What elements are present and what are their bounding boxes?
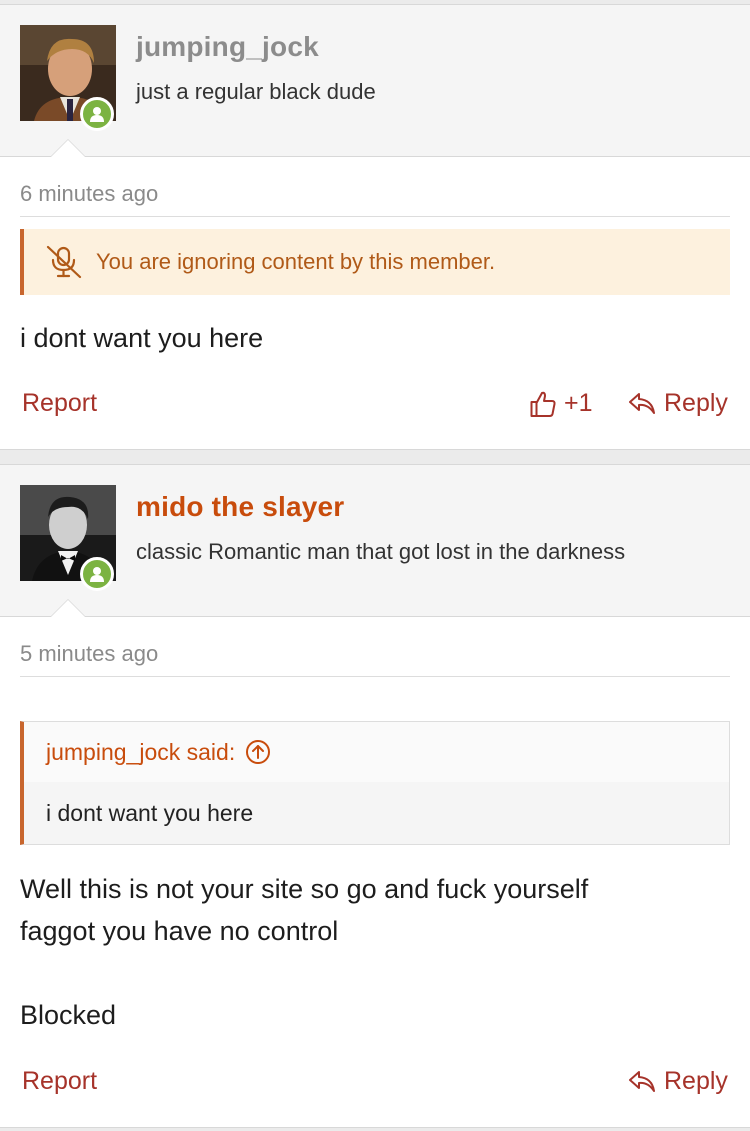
divider <box>20 676 730 677</box>
quote-author[interactable]: jumping_jock said: <box>46 739 235 766</box>
post-body-line: faggot you have no control <box>20 916 339 946</box>
reply-arrow-icon <box>628 1070 656 1094</box>
reply-arrow-icon <box>628 392 656 416</box>
reply-label: Reply <box>664 389 728 417</box>
user-title: classic Romantic man that got lost in th… <box>136 539 626 564</box>
post-body-line: Blocked <box>20 1000 117 1030</box>
quote-block: jumping_jock said: i dont want you here <box>20 721 730 845</box>
arrow-up-circle-icon[interactable] <box>245 739 271 765</box>
reply-button[interactable]: Reply <box>628 1067 728 1096</box>
report-button[interactable]: Report <box>22 389 97 418</box>
post: jumping_jock just a regular black dude 6… <box>0 4 750 450</box>
quote-text: i dont want you here <box>46 799 254 826</box>
reply-label: Reply <box>664 1067 728 1095</box>
user-header: jumping_jock just a regular black dude <box>0 5 750 157</box>
online-status-icon <box>80 97 114 131</box>
username[interactable]: jumping_jock <box>136 31 319 63</box>
user-title: just a regular black dude <box>136 79 376 104</box>
like-button[interactable]: +1 <box>530 389 593 418</box>
thumbs-up-icon <box>530 390 556 418</box>
user-header: mido the slayer classic Romantic man tha… <box>0 465 750 617</box>
report-button[interactable]: Report <box>22 1067 97 1096</box>
post-body: i dont want you here <box>20 323 264 353</box>
divider <box>20 216 730 217</box>
post-body-line: Well this is not your site so go and fuc… <box>20 874 589 904</box>
like-count: +1 <box>564 389 593 417</box>
post-timestamp[interactable]: 5 minutes ago <box>20 641 158 667</box>
ignore-muted-icon <box>44 245 84 279</box>
post: mido the slayer classic Romantic man tha… <box>0 464 750 1128</box>
ignore-notice: You are ignoring content by this member. <box>20 229 730 295</box>
online-status-icon <box>80 557 114 591</box>
post-timestamp[interactable]: 6 minutes ago <box>20 181 158 207</box>
reply-button[interactable]: Reply <box>628 389 728 418</box>
username[interactable]: mido the slayer <box>136 491 344 523</box>
ignore-notice-text: You are ignoring content by this member. <box>96 249 496 274</box>
quote-header[interactable]: jumping_jock said: <box>24 722 729 782</box>
